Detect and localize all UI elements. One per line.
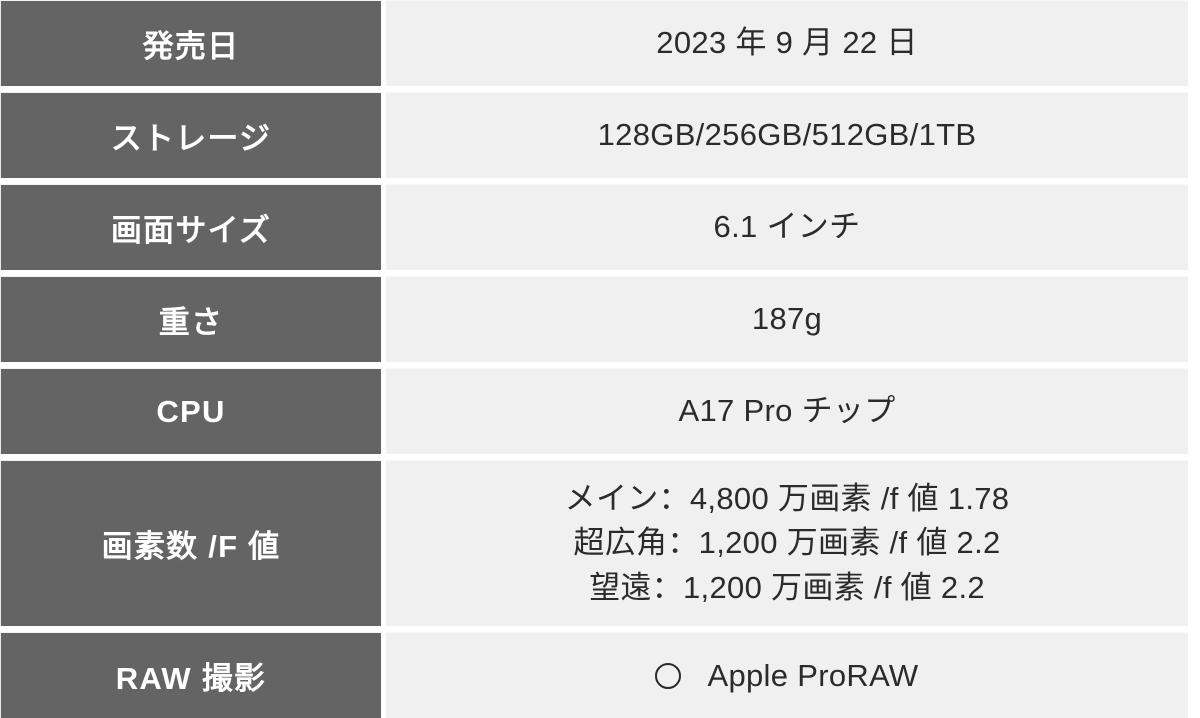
- table-row: CPU A17 Pro チップ: [0, 368, 1200, 454]
- spec-value-text: 2023 年 9 月 22 日: [656, 25, 918, 61]
- table-row: 重さ 187g: [0, 276, 1200, 362]
- circle-outline-icon: [655, 662, 682, 689]
- spec-value-text: 128GB/256GB/512GB/1TB: [597, 117, 977, 153]
- spec-label-storage: ストレージ: [0, 92, 381, 178]
- spec-label-cpu: CPU: [0, 368, 381, 454]
- table-row: ストレージ 128GB/256GB/512GB/1TB: [0, 92, 1200, 178]
- spec-value-text: 6.1 インチ: [713, 209, 861, 245]
- table-row: RAW 撮影 Apple ProRAW: [0, 632, 1200, 718]
- spec-label-raw-capture: RAW 撮影: [0, 632, 381, 718]
- spec-value-cpu: A17 Pro チップ: [386, 368, 1188, 454]
- spec-value-release-date: 2023 年 9 月 22 日: [386, 0, 1188, 86]
- table-row: 発売日 2023 年 9 月 22 日: [0, 0, 1200, 86]
- spec-value-line-main: メイン：4,800 万画素 /f 値 1.78: [564, 481, 1010, 517]
- spec-value-screen-size: 6.1 インチ: [386, 184, 1188, 270]
- spec-table: 発売日 2023 年 9 月 22 日 ストレージ 128GB/256GB/51…: [0, 0, 1200, 718]
- spec-value-line-telephoto: 望遠：1,200 万画素 /f 値 2.2: [589, 569, 985, 605]
- spec-value-camera-resolution: メイン：4,800 万画素 /f 値 1.78 超広角：1,200 万画素 /f…: [386, 460, 1188, 626]
- spec-label-camera-resolution: 画素数 /F 値: [0, 460, 381, 626]
- spec-value-text: A17 Pro チップ: [678, 393, 896, 429]
- table-row: 画面サイズ 6.1 インチ: [0, 184, 1200, 270]
- spec-value-raw-capture: Apple ProRAW: [386, 632, 1188, 718]
- table-row: 画素数 /F 値 メイン：4,800 万画素 /f 値 1.78 超広角：1,2…: [0, 460, 1200, 626]
- spec-value-text: 187g: [751, 301, 823, 337]
- spec-label-weight: 重さ: [0, 276, 381, 362]
- spec-value-text: Apple ProRAW: [707, 657, 919, 693]
- spec-value-storage: 128GB/256GB/512GB/1TB: [386, 92, 1188, 178]
- spec-value-weight: 187g: [386, 276, 1188, 362]
- spec-label-release-date: 発売日: [0, 0, 381, 86]
- spec-label-screen-size: 画面サイズ: [0, 184, 381, 270]
- spec-value-raw-group: Apple ProRAW: [655, 658, 918, 694]
- spec-value-line-ultrawide: 超広角：1,200 万画素 /f 値 2.2: [573, 525, 1001, 561]
